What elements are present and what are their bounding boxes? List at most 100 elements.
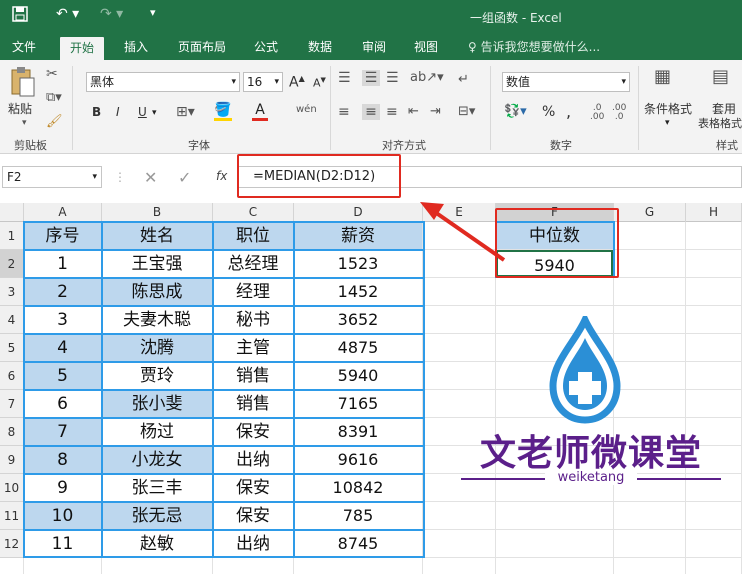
wrap-text-icon[interactable]: ↵ <box>458 72 469 87</box>
format-as-table-button-line2[interactable]: 表格格式 <box>698 115 742 131</box>
cell-seq[interactable]: 2 <box>24 278 101 305</box>
cell-seq[interactable]: 9 <box>24 474 101 501</box>
align-top-icon[interactable]: ☰ <box>338 70 351 86</box>
underline-button[interactable]: U <box>138 105 147 119</box>
tab-formulas[interactable]: 公式 <box>248 38 284 60</box>
number-format-select[interactable]: 数值 ▾ <box>502 72 630 92</box>
phonetic-icon[interactable]: wén <box>296 104 317 115</box>
cell-seq[interactable]: 1 <box>24 250 101 277</box>
comma-button[interactable]: , <box>566 102 571 121</box>
tab-home[interactable]: 开始 <box>60 37 105 60</box>
font-grow-button[interactable]: A▲ <box>289 74 305 91</box>
cell-name[interactable]: 贾玲 <box>102 362 212 389</box>
cell-title[interactable]: 销售 <box>213 390 293 417</box>
tab-data[interactable]: 数据 <box>302 38 338 60</box>
cell-title[interactable]: 保安 <box>213 474 293 501</box>
conditional-format-dropdown-icon[interactable]: ▾ <box>665 118 670 128</box>
cell-seq[interactable]: 10 <box>24 502 101 529</box>
cell-salary[interactable]: 7165 <box>294 390 422 417</box>
orientation-icon[interactable]: ab↗▾ <box>410 70 444 85</box>
increase-indent-icon[interactable]: ⇥ <box>430 104 441 119</box>
cell-seq[interactable]: 6 <box>24 390 101 417</box>
cell-salary[interactable]: 1523 <box>294 250 422 277</box>
cell-title[interactable]: 主管 <box>213 334 293 361</box>
font-shrink-button[interactable]: A▼ <box>313 76 326 90</box>
cell-salary[interactable]: 8391 <box>294 418 422 445</box>
cell-seq[interactable]: 3 <box>24 306 101 333</box>
row-header-1[interactable]: 1 <box>0 222 24 250</box>
row-header-8[interactable]: 8 <box>0 418 24 446</box>
tab-insert[interactable]: 插入 <box>118 38 154 60</box>
cell-salary[interactable]: 785 <box>294 502 422 529</box>
cell-title[interactable]: 出纳 <box>213 530 293 557</box>
row-header-2[interactable]: 2 <box>0 250 24 278</box>
align-middle-icon[interactable]: ☰ <box>362 70 380 86</box>
cell-salary[interactable]: 9616 <box>294 446 422 473</box>
cell-salary[interactable]: 1452 <box>294 278 422 305</box>
cell-title[interactable]: 经理 <box>213 278 293 305</box>
cell-salary[interactable]: 5940 <box>294 362 422 389</box>
increase-decimal-icon[interactable]: .0.00 <box>590 104 604 122</box>
cell-title[interactable]: 保安 <box>213 502 293 529</box>
cell-title[interactable]: 保安 <box>213 418 293 445</box>
cell-seq[interactable]: 11 <box>24 530 101 557</box>
column-header-c[interactable]: C <box>213 203 294 222</box>
cell-title[interactable]: 总经理 <box>213 250 293 277</box>
header-salary[interactable]: 薪资 <box>294 222 422 249</box>
cell-seq[interactable]: 4 <box>24 334 101 361</box>
cell-title[interactable]: 出纳 <box>213 446 293 473</box>
cell-title[interactable]: 销售 <box>213 362 293 389</box>
decrease-indent-icon[interactable]: ⇤ <box>408 104 419 119</box>
tell-me-box[interactable]: ♀ 告诉我您想要做什么... <box>462 38 606 60</box>
save-icon[interactable] <box>12 6 28 26</box>
cell-seq[interactable]: 5 <box>24 362 101 389</box>
cell-name[interactable]: 夫妻木聪 <box>102 306 212 333</box>
row-header-6[interactable]: 6 <box>0 362 24 390</box>
bold-button[interactable]: B <box>92 105 101 119</box>
more-icon[interactable]: ⋮ <box>114 170 126 184</box>
cut-icon[interactable]: ✂ <box>46 66 58 82</box>
paste-icon[interactable] <box>8 66 38 100</box>
cell-salary[interactable]: 8745 <box>294 530 422 557</box>
cell-name[interactable]: 张小斐 <box>102 390 212 417</box>
cell-name[interactable]: 张无忌 <box>102 502 212 529</box>
column-header-b[interactable]: B <box>102 203 213 222</box>
column-header-a[interactable]: A <box>24 203 102 222</box>
cell-name[interactable]: 陈思成 <box>102 278 212 305</box>
paste-button[interactable]: 粘贴 <box>8 100 32 117</box>
tab-view[interactable]: 视图 <box>408 38 444 60</box>
borders-icon[interactable]: ⊞▾ <box>176 104 195 120</box>
currency-icon[interactable]: 💱▾ <box>504 104 527 119</box>
row-header-12[interactable]: 12 <box>0 530 24 558</box>
cancel-icon[interactable]: ✕ <box>144 168 157 187</box>
column-header-h[interactable]: H <box>686 203 742 222</box>
row-header-11[interactable]: 11 <box>0 502 24 530</box>
cell-name[interactable]: 赵敏 <box>102 530 212 557</box>
tab-review[interactable]: 审阅 <box>356 38 392 60</box>
column-header-d[interactable]: D <box>294 203 423 222</box>
header-title[interactable]: 职位 <box>213 222 293 249</box>
copy-icon[interactable]: ⧉▾ <box>46 90 62 105</box>
select-all-corner[interactable] <box>0 203 24 222</box>
name-box[interactable]: F2 ▾ <box>2 166 102 188</box>
cell-name[interactable]: 沈腾 <box>102 334 212 361</box>
cell-seq[interactable]: 7 <box>24 418 101 445</box>
cell-name[interactable]: 王宝强 <box>102 250 212 277</box>
paste-dropdown-icon[interactable]: ▾ <box>22 118 27 128</box>
row-header-7[interactable]: 7 <box>0 390 24 418</box>
tab-page-layout[interactable]: 页面布局 <box>172 38 232 60</box>
cell-name[interactable]: 张三丰 <box>102 474 212 501</box>
decrease-decimal-icon[interactable]: .00.0 <box>612 104 626 122</box>
fill-color-icon[interactable]: 🪣 <box>214 102 232 121</box>
cell-salary[interactable]: 10842 <box>294 474 422 501</box>
conditional-format-button[interactable]: 条件格式 <box>644 100 692 117</box>
underline-dropdown-icon[interactable]: ▾ <box>152 108 157 118</box>
header-name[interactable]: 姓名 <box>102 222 212 249</box>
merge-center-icon[interactable]: ⊟▾ <box>458 104 475 119</box>
italic-button[interactable]: I <box>116 105 120 119</box>
cell-title[interactable]: 秘书 <box>213 306 293 333</box>
row-header-10[interactable]: 10 <box>0 474 24 502</box>
redo-icon[interactable]: ↷ ▾ <box>100 6 123 22</box>
align-center-icon[interactable]: ≡ <box>362 104 380 120</box>
row-header-4[interactable]: 4 <box>0 306 24 334</box>
